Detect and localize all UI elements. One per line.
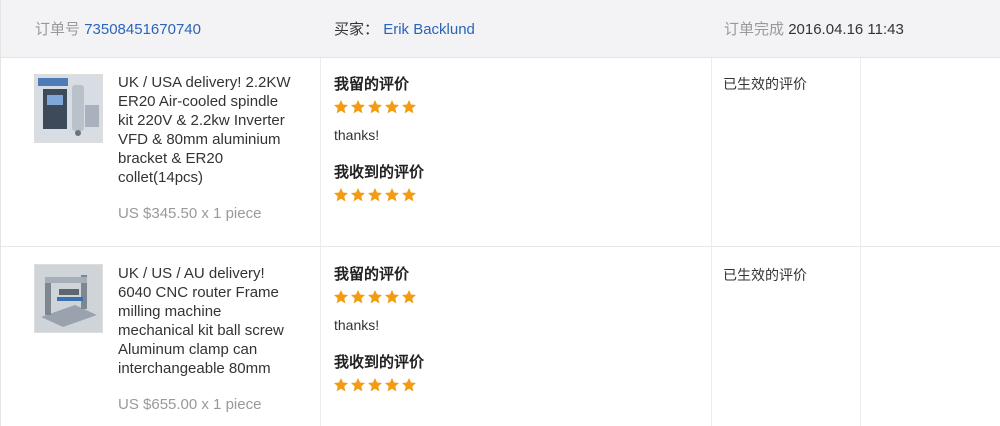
star-icon (334, 188, 348, 202)
star-icon (402, 188, 416, 202)
product-title-line: mechanical kit ball screw (118, 322, 284, 339)
order-item-row: UK / USA delivery! 2.2KW ER20 Air-cooled… (1, 58, 1000, 247)
received-feedback-label: 我收到的评价 (334, 164, 425, 181)
feedback-status: 已生效的评价 (723, 76, 807, 92)
product-price: US $655.00 x 1 piece (118, 396, 262, 413)
star-icon (385, 100, 399, 114)
order-complete-group: 订单完成 2016.04.16 11:43 (724, 20, 904, 40)
star-icon (351, 188, 365, 202)
star-icon (368, 290, 382, 304)
product-title-line: milling machine (118, 303, 222, 320)
order-complete-time: 2016.04.16 11:43 (788, 21, 904, 38)
order-feedback-panel: 订单号 73508451670740 买家： Erik Backlund 订单完… (0, 0, 1000, 426)
star-icon (368, 188, 382, 202)
cnc-frame-image-icon (35, 265, 102, 332)
star-icon (334, 100, 348, 114)
spindle-kit-image-icon (35, 75, 102, 142)
left-feedback-rating (333, 99, 417, 115)
left-feedback-rating (333, 289, 417, 305)
product-title-line: Aluminum clamp can (118, 341, 258, 358)
product-title-link[interactable]: UK / USA delivery! 2.2KW ER20 Air-cooled… (118, 73, 313, 187)
product-thumbnail[interactable] (34, 74, 103, 143)
product-title-line: 6040 CNC router Frame (118, 284, 279, 301)
buyer-group: 买家： Erik Backlund (334, 20, 475, 40)
order-item-row: UK / US / AU delivery! 6040 CNC router F… (1, 247, 1000, 426)
star-icon (334, 290, 348, 304)
product-thumbnail[interactable] (34, 264, 103, 333)
order-complete-label: 订单完成 (724, 21, 785, 38)
received-feedback-rating (333, 187, 417, 203)
product-title-line: UK / US / AU delivery! (118, 265, 265, 282)
product-price: US $345.50 x 1 piece (118, 205, 262, 222)
star-icon (334, 378, 348, 392)
product-title-line: UK / USA delivery! 2.2KW (118, 74, 291, 91)
product-title-link[interactable]: UK / US / AU delivery! 6040 CNC router F… (118, 264, 313, 378)
product-title-line: kit 220V & 2.2kw Inverter (118, 112, 285, 129)
star-icon (402, 290, 416, 304)
star-icon (402, 100, 416, 114)
product-title-line: bracket & ER20 (118, 150, 224, 167)
star-icon (385, 188, 399, 202)
left-feedback-comment: thanks! (334, 127, 380, 143)
order-header: 订单号 73508451670740 买家： Erik Backlund 订单完… (1, 0, 1000, 58)
star-icon (385, 290, 399, 304)
left-feedback-label: 我留的评价 (334, 266, 410, 283)
feedback-status: 已生效的评价 (723, 267, 807, 283)
buyer-name-link[interactable]: Erik Backlund (383, 21, 475, 38)
product-title-line: ER20 Air-cooled spindle (118, 93, 279, 110)
order-number-group: 订单号 73508451670740 (35, 20, 201, 40)
order-number-label: 订单号 (35, 21, 81, 38)
product-title-line: VFD & 80mm aluminium (118, 131, 281, 148)
order-number-link[interactable]: 73508451670740 (84, 21, 201, 38)
left-feedback-label: 我留的评价 (334, 76, 410, 93)
product-title-line: interchangeable 80mm (118, 360, 271, 377)
star-icon (351, 100, 365, 114)
star-icon (351, 290, 365, 304)
star-icon (368, 378, 382, 392)
left-feedback-comment: thanks! (334, 317, 380, 333)
star-icon (351, 378, 365, 392)
star-icon (385, 378, 399, 392)
star-icon (368, 100, 382, 114)
received-feedback-rating (333, 377, 417, 393)
received-feedback-label: 我收到的评价 (334, 354, 425, 371)
star-icon (402, 378, 416, 392)
buyer-label: 买家： (334, 21, 380, 38)
product-title-line: collet(14pcs) (118, 169, 204, 186)
